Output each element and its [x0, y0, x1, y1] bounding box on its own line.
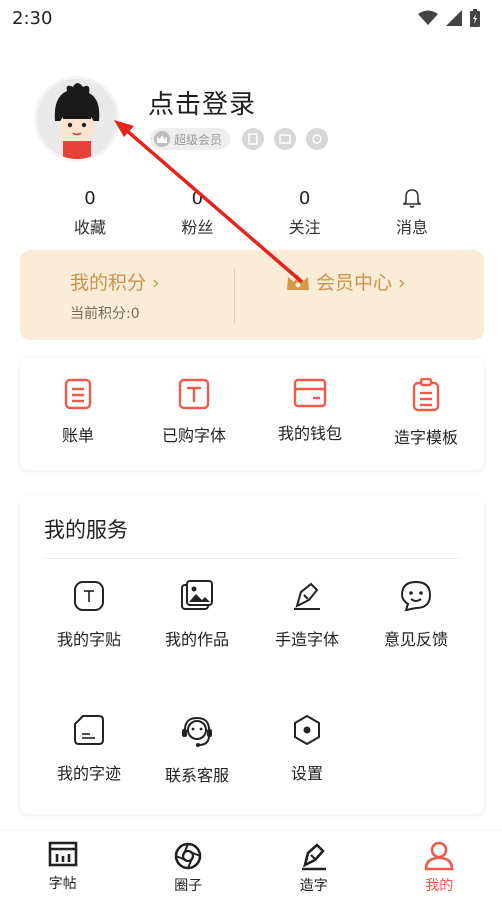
member-center-label: 会员中心 ›: [316, 272, 406, 294]
copybook-tab-icon: [48, 841, 78, 867]
works-icon: [181, 580, 213, 610]
service-label: 手造字体: [274, 630, 339, 649]
settings-icon: [294, 714, 320, 746]
avatar[interactable]: [34, 76, 120, 162]
tab-copybook[interactable]: 字帖: [0, 831, 126, 900]
bottom-nav: 字帖 圈子 造字 我的: [0, 830, 502, 900]
status-icons: [418, 9, 480, 27]
status-time: 2:30: [12, 7, 53, 29]
my-points[interactable]: 我的积分 › 当前积分:0: [70, 268, 160, 323]
handwriting-icon: [74, 715, 104, 745]
services-card: 我的服务 我的字贴 我的作品 手造字体 意见反馈 我的字迹 联系客服 设置: [20, 496, 484, 814]
bell-icon: [402, 188, 422, 210]
vip-badge-label: 超级会员: [174, 132, 223, 147]
quick-item-label: 造字模板: [393, 428, 458, 447]
vip-badge: 超级会员: [150, 128, 231, 150]
tab-circle[interactable]: 圈子: [126, 831, 252, 900]
stat-label: 消息: [395, 218, 428, 237]
avatar-character-icon: [37, 79, 117, 159]
stats-row: 0 收藏 0 粉丝 0 关注 消息: [40, 188, 462, 240]
points-current: 当前积分:0: [70, 306, 140, 322]
service-label: 我的字贴: [56, 630, 121, 649]
create-tab-icon: [301, 843, 326, 871]
service-label: 我的作品: [164, 630, 229, 649]
stat-value: 0: [191, 188, 204, 209]
tab-label: 圈子: [174, 878, 203, 894]
bill-icon: [64, 378, 92, 410]
handwrite-icon: [294, 582, 320, 610]
service-copybook[interactable]: 我的字贴: [34, 580, 144, 650]
services-title: 我的服务: [44, 518, 128, 542]
crown-icon: [287, 273, 309, 290]
quick-item-label: 已购字体: [161, 426, 226, 445]
stat-favorites[interactable]: 0 收藏: [40, 188, 140, 240]
divider: [234, 268, 235, 324]
stat-following[interactable]: 0 关注: [255, 188, 355, 240]
service-label: 意见反馈: [383, 630, 448, 649]
wallet-icon: [293, 378, 327, 408]
quick-item-label: 账单: [61, 426, 94, 445]
feedback-icon: [400, 580, 432, 612]
medal-icon: [274, 128, 296, 150]
quick-actions-card: 账单 已购字体 我的钱包 造字模板: [20, 358, 484, 470]
medal-list: [242, 128, 328, 150]
circle-tab-icon: [174, 842, 202, 870]
stat-value: 0: [298, 188, 311, 209]
stat-label: 粉丝: [181, 218, 214, 237]
wifi-icon: [418, 10, 438, 25]
profile-header: 点击登录 超级会员: [34, 76, 474, 166]
tab-profile[interactable]: 我的: [377, 831, 502, 900]
service-feedback[interactable]: 意见反馈: [361, 580, 471, 650]
tab-create[interactable]: 造字: [251, 831, 377, 900]
signal-icon: [446, 10, 462, 26]
points-card: 我的积分 › 当前积分:0 会员中心 ›: [20, 250, 484, 340]
medal-icon: [242, 128, 264, 150]
status-bar: 2:30: [0, 0, 502, 36]
stat-label: 关注: [288, 218, 321, 237]
crown-icon: [154, 131, 170, 147]
stat-value: 0: [84, 188, 96, 209]
service-handwriting[interactable]: 我的字迹: [34, 714, 144, 784]
profile-tab-icon: [424, 841, 454, 871]
medal-icon: [306, 128, 328, 150]
service-label: 设置: [290, 764, 323, 783]
tab-label: 我的: [425, 878, 454, 894]
battery-icon: [470, 9, 480, 27]
service-label: 我的字迹: [56, 764, 121, 783]
service-handmade-font[interactable]: 手造字体: [252, 580, 362, 650]
support-icon: [182, 716, 212, 747]
stat-messages[interactable]: 消息: [362, 188, 462, 240]
quick-item-bill[interactable]: 账单: [20, 358, 136, 470]
copybook-icon: [74, 581, 104, 611]
login-title[interactable]: 点击登录: [148, 84, 256, 121]
service-support[interactable]: 联系客服: [142, 714, 252, 786]
service-works[interactable]: 我的作品: [142, 580, 252, 650]
quick-item-purchased-fonts[interactable]: 已购字体: [136, 358, 252, 470]
quick-item-template[interactable]: 造字模板: [368, 358, 484, 470]
service-label: 联系客服: [164, 766, 229, 785]
tab-label: 字帖: [48, 876, 77, 892]
service-settings[interactable]: 设置: [252, 714, 362, 784]
divider: [44, 558, 460, 559]
stat-label: 收藏: [73, 218, 106, 237]
member-center-link[interactable]: 会员中心 ›: [286, 268, 406, 295]
points-title: 我的积分 ›: [70, 272, 160, 294]
template-icon: [412, 378, 440, 412]
tab-label: 造字: [299, 878, 328, 894]
font-purchased-icon: [178, 378, 210, 410]
quick-item-label: 我的钱包: [277, 424, 342, 443]
quick-item-wallet[interactable]: 我的钱包: [252, 358, 368, 470]
stat-followers[interactable]: 0 粉丝: [147, 188, 247, 240]
